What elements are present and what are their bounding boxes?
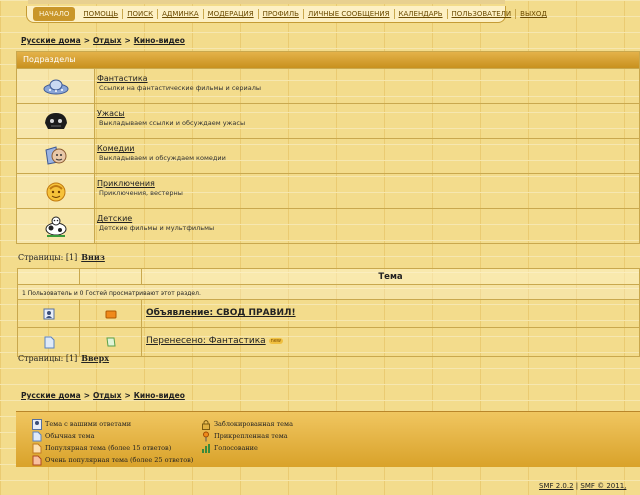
topics-table: Тема 1 Пользователь и 0 Гостей просматри…	[17, 268, 640, 357]
legend-item: Тема с вашими ответами	[32, 418, 193, 430]
table-row: Объявление: СВОД ПРАВИЛ!	[18, 300, 639, 328]
menu-item[interactable]: КАЛЕНДАРЬ	[395, 9, 448, 19]
child-boards-header: Подразделы	[17, 52, 639, 68]
breadcrumb-bottom: Русские дома > Отдых > Кино-видео	[21, 391, 185, 400]
breadcrumb-separator: >	[83, 36, 91, 45]
header-topic[interactable]: Тема	[142, 269, 639, 284]
footer-separator: |	[575, 482, 579, 490]
topics-header: Тема	[18, 269, 639, 285]
board-description: Выкладываем ссылки и обсуждаем ужасы	[99, 119, 246, 127]
monster-icon[interactable]	[17, 104, 95, 138]
breadcrumb-category[interactable]: Отдых	[93, 36, 121, 45]
topic-legend: Тема с вашими ответами Обычная тема Попу…	[16, 411, 640, 467]
board-description: Детские фильмы и мультфильмы	[99, 224, 215, 232]
board-description: Ссылки на фантастические фильмы и сериал…	[99, 84, 262, 92]
menu-item[interactable]: ПОМОЩЬ	[79, 9, 124, 19]
legend-label: Очень популярная тема (более 25 ответов)	[45, 456, 194, 464]
user-topic-icon	[18, 300, 80, 327]
go-down-link[interactable]: Вниз	[81, 252, 105, 262]
kids-icon[interactable]	[17, 209, 95, 243]
breadcrumb-board[interactable]: Кино-видео	[134, 391, 185, 400]
legend-item: Обычная тема	[32, 430, 193, 442]
smf-version-link[interactable]: SMF 2.0.2	[539, 482, 574, 490]
normal-topic-icon	[18, 328, 80, 356]
menu-item[interactable]: МОДЕРАЦИЯ	[204, 9, 259, 19]
menu-item[interactable]: НАЧАЛО	[33, 7, 76, 21]
topic-title-link[interactable]: Объявление: СВОД ПРАВИЛ!	[146, 308, 296, 318]
ufo-icon[interactable]	[17, 69, 95, 103]
menu-item[interactable]: ВЫХОД	[516, 9, 551, 19]
legend-label: Популярная тема (более 15 ответов)	[45, 444, 172, 452]
smf-copyright-link[interactable]: SMF © 2011,	[580, 482, 626, 490]
table-row: Перенесено: Фантастика new	[18, 328, 639, 356]
breadcrumb: Русские дома > Отдых > Кино-видео	[21, 36, 185, 45]
breadcrumb-board[interactable]: Кино-видео	[134, 36, 185, 45]
board-title[interactable]: Фантастика	[97, 74, 639, 83]
sticky-icon	[80, 300, 142, 327]
legend-label: Голосование	[214, 444, 258, 452]
breadcrumb-home[interactable]: Русские дома	[21, 391, 81, 400]
topic-title-link[interactable]: Перенесено: Фантастика	[146, 336, 266, 346]
footer: SMF 2.0.2 | SMF © 2011,	[539, 482, 626, 490]
board-row: Детские Детские фильмы и мультфильмы	[17, 208, 639, 243]
very-hot-topic-icon	[32, 455, 42, 466]
breadcrumb-home[interactable]: Русские дома	[21, 36, 81, 45]
legend-label: Обычная тема	[45, 432, 95, 440]
breadcrumb-category[interactable]: Отдых	[93, 391, 121, 400]
header-icon-col	[18, 269, 80, 284]
new-badge[interactable]: new	[268, 337, 283, 344]
legend-item: Популярная тема (более 15 ответов)	[32, 442, 193, 454]
breadcrumb-separator: >	[124, 391, 131, 400]
normal-topic-icon	[32, 431, 42, 442]
pages-label: Страницы:	[18, 253, 64, 262]
legend-label: Прикрепленная тема	[214, 432, 288, 440]
legend-item: Голосование	[201, 442, 293, 454]
header-icon-col	[80, 269, 142, 284]
board-title[interactable]: Комедии	[97, 144, 639, 153]
viewers-info: 1 Пользователь и 0 Гостей просматривают …	[18, 285, 639, 300]
current-page: [1]	[65, 354, 78, 363]
legend-item: Заблокированная тема	[201, 418, 293, 430]
poll-icon	[201, 443, 211, 454]
pages-label: Страницы:	[18, 354, 64, 363]
menu-item[interactable]: ПОИСК	[123, 9, 159, 19]
user-topic-icon	[32, 418, 42, 430]
board-row: Приключения Приключения, вестерны	[17, 173, 639, 208]
menu-item[interactable]: ПРОФИЛЬ	[259, 9, 304, 19]
go-up-link[interactable]: Вверх	[81, 353, 109, 363]
current-page: [1]	[65, 253, 78, 262]
comedy-icon[interactable]	[17, 139, 95, 173]
board-description: Приключения, вестерны	[99, 189, 183, 197]
pagination-top: Страницы: [1] Вниз	[18, 252, 105, 262]
breadcrumb-separator: >	[124, 36, 131, 45]
pagination-bottom: Страницы: [1] Вверх	[18, 353, 109, 363]
legend-item: Прикрепленная тема	[201, 430, 293, 442]
lock-icon	[201, 419, 211, 430]
legend-item: Очень популярная тема (более 25 ответов)	[32, 454, 193, 466]
breadcrumb-separator: >	[83, 391, 91, 400]
board-title[interactable]: Детские	[97, 214, 639, 223]
board-title[interactable]: Приключения	[97, 179, 639, 188]
board-description: Выкладываем и обсуждаем комедии	[99, 154, 226, 162]
legend-label: Заблокированная тема	[214, 420, 293, 428]
child-boards-table: Подразделы Фантастика Ссылки на фантастич…	[16, 51, 640, 244]
board-title[interactable]: Ужасы	[97, 109, 639, 118]
menu-item[interactable]: ПОЛЬЗОВАТЕЛИ	[448, 9, 517, 19]
board-row: Фантастика Ссылки на фантастические фильм…	[17, 68, 639, 103]
adventure-icon[interactable]	[17, 174, 95, 208]
board-row: Ужасы Выкладываем ссылки и обсуждаем ужас…	[17, 103, 639, 138]
pin-icon	[201, 431, 211, 442]
menu-item[interactable]: АДМИНКА	[158, 9, 204, 19]
legend-label: Тема с вашими ответами	[45, 420, 132, 428]
hot-topic-icon	[32, 443, 42, 454]
top-strip	[28, 0, 505, 4]
board-row: Комедии Выкладываем и обсуждаем комедии	[17, 138, 639, 173]
main-menu: НАЧАЛО ПОМОЩЬ ПОИСК АДМИНКА МОДЕРАЦИЯ ПРОФИЛЬ…	[26, 6, 547, 23]
moved-topic-icon	[80, 328, 142, 356]
menu-item[interactable]: ЛИЧНЫЕ СООБЩЕНИЯ	[304, 9, 395, 19]
